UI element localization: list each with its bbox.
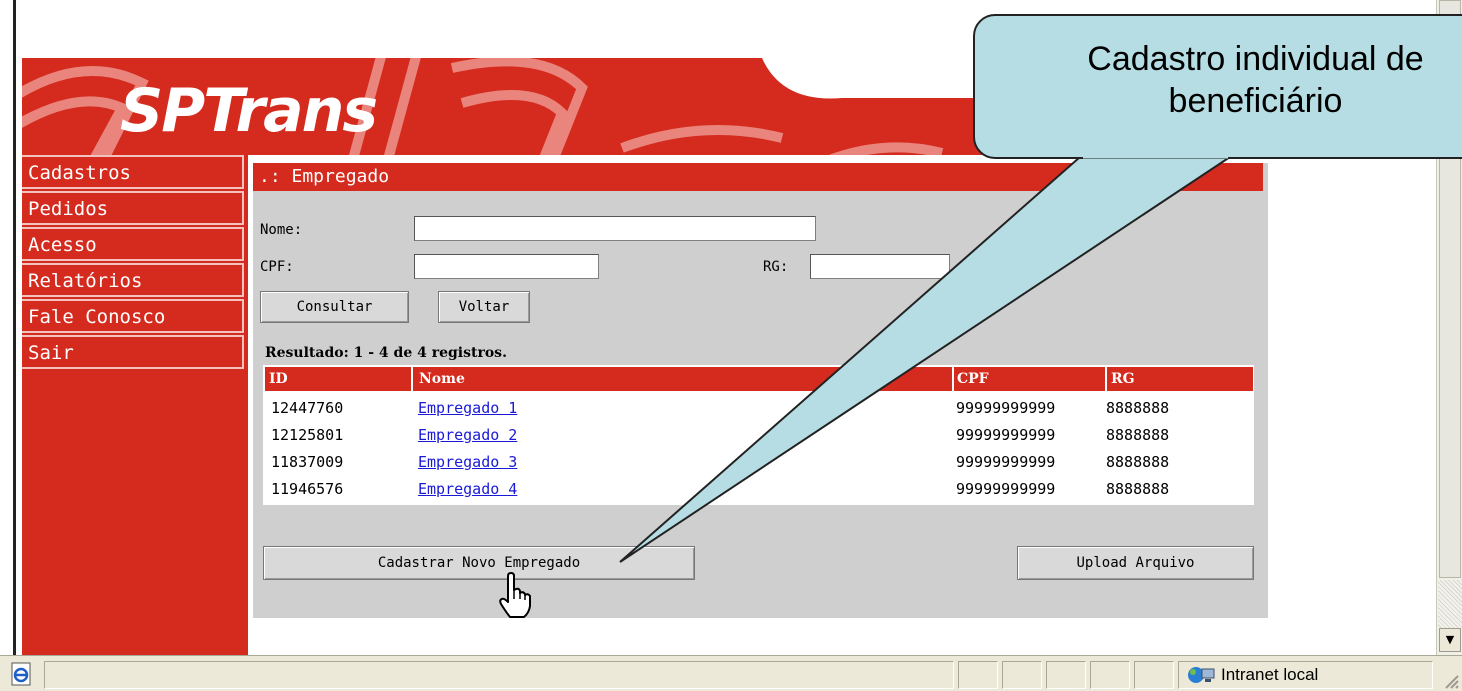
- callout-text: Cadastro individual de beneficiário: [973, 38, 1462, 122]
- callout-line-2: beneficiário: [1168, 82, 1343, 120]
- callout-line-1: Cadastro individual de: [1087, 40, 1424, 78]
